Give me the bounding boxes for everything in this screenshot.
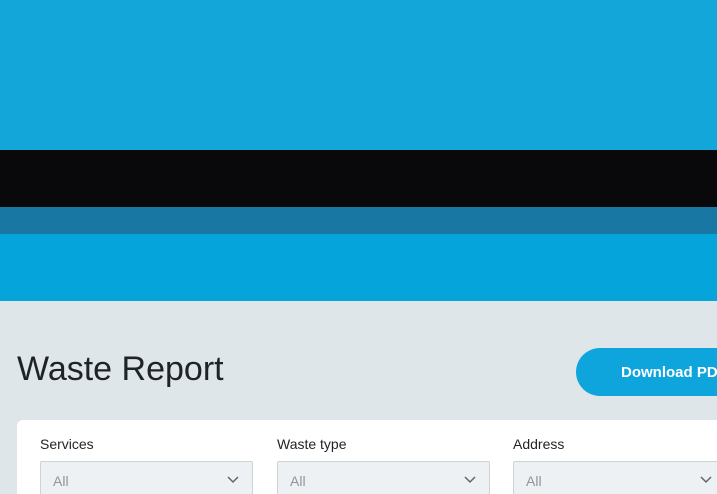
waste-type-select-value: All xyxy=(290,473,306,489)
services-select-value: All xyxy=(53,473,69,489)
services-filter-label: Services xyxy=(40,436,94,452)
chevron-down-icon xyxy=(700,476,712,484)
address-select-value: All xyxy=(526,473,542,489)
waste-type-select[interactable]: All xyxy=(277,461,490,494)
header-subbar xyxy=(0,207,717,234)
main-content: Waste Report Download PDF Services All W… xyxy=(0,301,717,494)
address-select[interactable]: All xyxy=(513,461,717,494)
address-filter-label: Address xyxy=(513,436,565,452)
waste-type-filter: Waste type All xyxy=(277,436,490,494)
filter-panel: Services All Waste type All Address All xyxy=(17,420,717,494)
services-select[interactable]: All xyxy=(40,461,253,494)
header-navbar xyxy=(0,150,717,207)
download-pdf-button[interactable]: Download PDF xyxy=(576,348,717,396)
page-title: Waste Report xyxy=(17,350,224,388)
waste-type-filter-label: Waste type xyxy=(277,436,347,452)
address-filter: Address All xyxy=(513,436,717,494)
chevron-down-icon xyxy=(227,476,239,484)
header-banner-bottom xyxy=(0,234,717,301)
services-filter: Services All xyxy=(40,436,253,494)
page: Waste Report Download PDF Services All W… xyxy=(0,0,717,494)
chevron-down-icon xyxy=(464,476,476,484)
header-banner-top xyxy=(0,0,717,150)
